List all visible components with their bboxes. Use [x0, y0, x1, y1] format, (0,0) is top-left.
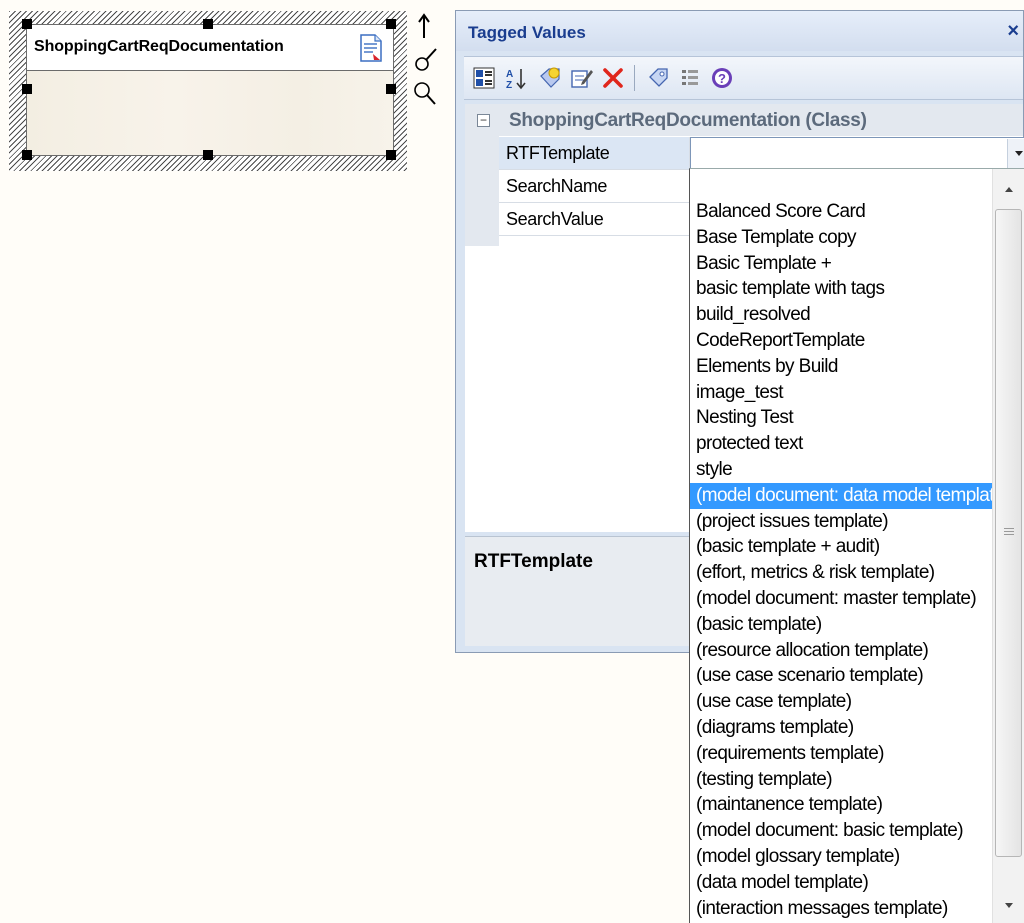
window-titlebar[interactable]: Tagged Values × — [456, 11, 1023, 51]
dropdown-arrow-icon[interactable] — [1007, 139, 1024, 168]
quick-link-arrow-icon[interactable] — [418, 13, 430, 38]
dropdown-item[interactable]: Basic Template + — [690, 251, 992, 277]
grip-line — [1004, 534, 1014, 535]
dropdown-item[interactable]: (diagrams template) — [690, 715, 992, 741]
property-name: RTFTemplate — [506, 143, 610, 163]
dropdown-item[interactable]: (testing template) — [690, 767, 992, 793]
dropdown-item[interactable]: style — [690, 457, 992, 483]
tag-icon[interactable] — [647, 66, 671, 90]
resize-handle-se[interactable] — [386, 150, 396, 160]
scrollbar[interactable] — [992, 169, 1024, 923]
toolbar: A Z ? — [464, 56, 1023, 100]
property-row-rtftemplate[interactable]: RTFTemplate — [499, 137, 690, 170]
dropdown-item[interactable]: (data model template) — [690, 870, 992, 896]
dropdown-item[interactable]: (use case template) — [690, 689, 992, 715]
resize-handle-sw[interactable] — [22, 150, 32, 160]
resize-handle-w[interactable] — [22, 84, 32, 94]
dropdown-item[interactable]: (requirements template) — [690, 741, 992, 767]
resize-handle-nw[interactable] — [22, 19, 32, 29]
dropdown-item[interactable]: image_test — [690, 380, 992, 406]
dropdown-item[interactable]: (model document: data model template) — [690, 482, 992, 509]
new-tag-icon[interactable] — [538, 66, 562, 90]
help-icon[interactable]: ? — [710, 66, 734, 90]
document-icon — [360, 34, 382, 62]
dropdown-item[interactable]: (project issues template) — [690, 509, 992, 535]
resize-handle-s[interactable] — [203, 150, 213, 160]
scroll-up-icon[interactable] — [993, 169, 1024, 203]
paint-brush-icon[interactable] — [415, 48, 437, 71]
delete-icon[interactable] — [601, 66, 625, 90]
class-header: ShoppingCartReqDocumentation — [27, 25, 393, 71]
rtftemplate-value-combobox[interactable] — [690, 137, 1024, 170]
class-element[interactable]: ShoppingCartReqDocumentation — [26, 24, 394, 156]
categorized-view-icon[interactable] — [472, 66, 496, 90]
window-title: Tagged Values — [468, 23, 586, 42]
filter-icon[interactable] — [678, 66, 702, 90]
svg-text:A: A — [506, 69, 513, 80]
svg-text:Z: Z — [506, 80, 512, 90]
edit-notes-icon[interactable] — [570, 66, 594, 90]
dropdown-item[interactable]: (model document: master template) — [690, 586, 992, 612]
dropdown-item[interactable]: Balanced Score Card — [690, 199, 992, 225]
grip-line — [1004, 528, 1014, 529]
element-quick-tools — [414, 13, 437, 105]
dropdown-item[interactable]: (maintanence template) — [690, 792, 992, 818]
toolbar-separator — [634, 65, 635, 91]
dropdown-item[interactable]: (effort, metrics & risk template) — [690, 560, 992, 586]
scroll-down-icon[interactable] — [993, 889, 1024, 923]
dropdown-item[interactable]: Nesting Test — [690, 405, 992, 431]
group-label: ShoppingCartReqDocumentation (Class) — [509, 110, 867, 131]
dropdown-item[interactable]: CodeReportTemplate — [690, 328, 992, 354]
dropdown-item[interactable]: (model document: basic template) — [690, 818, 992, 844]
close-icon[interactable]: × — [1007, 20, 1019, 43]
dropdown-item[interactable]: (resource allocation template) — [690, 638, 992, 664]
dropdown-item[interactable]: basic template with tags — [690, 276, 992, 302]
magnifier-icon[interactable] — [414, 82, 436, 105]
dropdown-item[interactable]: Elements by Build — [690, 354, 992, 380]
dropdown-item[interactable]: protected text — [690, 431, 992, 457]
resize-handle-ne[interactable] — [386, 19, 396, 29]
dropdown-item[interactable]: (model glossary template) — [690, 844, 992, 870]
grid-gutter — [465, 136, 499, 246]
resize-handle-e[interactable] — [386, 84, 396, 94]
dropdown-item[interactable]: (basic template) — [690, 612, 992, 638]
dropdown-item[interactable]: (interaction messages template) — [690, 896, 992, 922]
sort-alpha-icon[interactable]: A Z — [504, 66, 528, 90]
scroll-thumb[interactable] — [995, 209, 1022, 857]
grip-line — [1004, 531, 1014, 532]
dropdown-item[interactable]: (use case scenario template) — [690, 663, 992, 689]
class-name: ShoppingCartReqDocumentation — [34, 38, 284, 55]
property-row-searchvalue[interactable]: SearchValue — [499, 203, 690, 236]
description-title: RTFTemplate — [474, 551, 593, 572]
dropdown-item[interactable]: build_resolved — [690, 302, 992, 328]
property-row-searchname[interactable]: SearchName — [499, 170, 690, 203]
resize-handle-n[interactable] — [203, 19, 213, 29]
property-name: SearchValue — [506, 209, 604, 229]
svg-text:?: ? — [718, 71, 726, 86]
collapse-toggle[interactable]: − — [477, 114, 490, 127]
dropdown-item[interactable]: (basic template + audit) — [690, 534, 992, 560]
group-row[interactable]: − ShoppingCartReqDocumentation (Class) — [465, 104, 1023, 136]
property-name: SearchName — [506, 176, 608, 196]
dropdown-item[interactable]: Base Template copy — [690, 225, 992, 251]
template-dropdown-list[interactable]: Balanced Score Card Base Template copy Bas… — [689, 168, 1024, 923]
dropdown-items: Balanced Score Card Base Template copy Bas… — [690, 199, 992, 921]
